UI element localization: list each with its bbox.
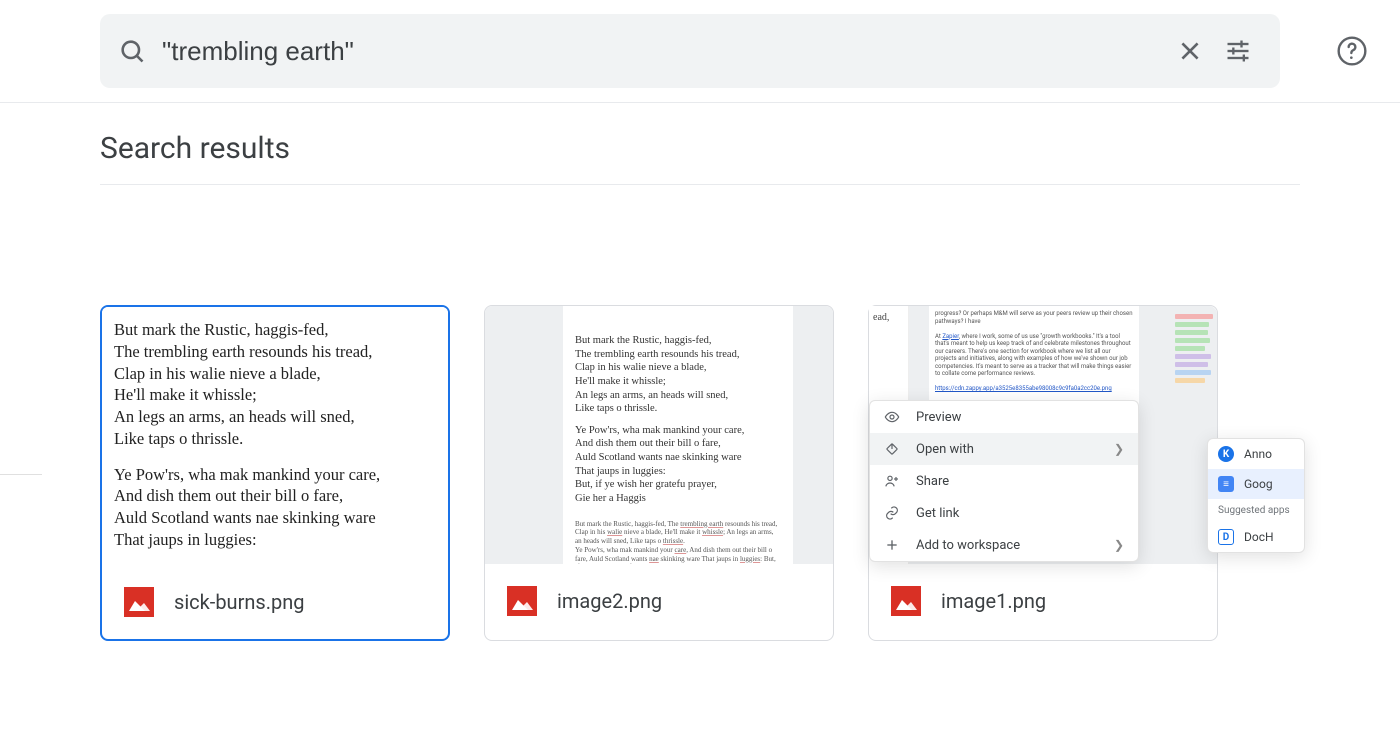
- open-with-submenu: K Anno ≡ Goog Suggested apps D DocH: [1207, 438, 1305, 553]
- submenu-item-anno[interactable]: K Anno: [1208, 439, 1304, 469]
- chevron-right-icon: ❯: [1114, 442, 1124, 456]
- submenu-heading: Suggested apps: [1208, 499, 1304, 522]
- app-icon: K: [1218, 446, 1234, 462]
- file-name: image2.png: [557, 589, 662, 613]
- file-thumbnail: But mark the Rustic, haggis-fed, The tre…: [102, 307, 448, 565]
- thumbnail-text: But mark the Rustic, haggis-fed, The tre…: [563, 306, 793, 564]
- menu-item-add-workspace[interactable]: Add to workspace ❯: [870, 529, 1138, 561]
- page-title: Search results: [100, 131, 290, 166]
- menu-item-get-link[interactable]: Get link: [870, 497, 1138, 529]
- docs-icon: ≡: [1218, 476, 1234, 492]
- search-icon: [118, 37, 146, 65]
- submenu-item-google-docs[interactable]: ≡ Goog: [1208, 469, 1304, 499]
- image-file-icon: [507, 586, 537, 616]
- share-icon: [884, 473, 902, 489]
- menu-item-preview[interactable]: Preview: [870, 401, 1138, 433]
- context-menu: Preview Open with ❯ Share: [869, 400, 1139, 562]
- results-grid: But mark the Rustic, haggis-fed, The tre…: [100, 185, 1300, 641]
- thumbnail-snippet: But mark the Rustic, haggis-fed, The tre…: [575, 520, 781, 564]
- help-icon[interactable]: [1328, 27, 1376, 75]
- file-name: image1.png: [941, 589, 1046, 613]
- thumbnail-sidebar-colors: [1175, 314, 1213, 400]
- file-thumbnail: But mark the Rustic, haggis-fed, The tre…: [485, 306, 833, 564]
- plus-icon: [884, 537, 902, 553]
- link-icon: [884, 505, 902, 521]
- file-card[interactable]: But mark the Rustic, haggis-fed, The tre…: [100, 305, 450, 641]
- divider: [0, 474, 42, 475]
- file-footer: image1.png: [869, 564, 1217, 638]
- heading-row: Search results: [100, 103, 1300, 185]
- app-icon: D: [1218, 529, 1234, 545]
- image-file-icon: [891, 586, 921, 616]
- thumbnail-text: But mark the Rustic, haggis-fed, The tre…: [102, 307, 448, 565]
- file-thumbnail: ead, progress? Or perhaps M&M will serve…: [869, 306, 1217, 564]
- eye-icon: [884, 409, 902, 425]
- chevron-right-icon: ❯: [1114, 538, 1124, 552]
- file-name: sick-burns.png: [174, 590, 305, 614]
- clear-search-button[interactable]: [1166, 27, 1214, 75]
- open-with-icon: [884, 441, 902, 457]
- file-footer: sick-burns.png: [102, 565, 448, 639]
- image-file-icon: [124, 587, 154, 617]
- thumbnail-doc-pane: progress? Or perhaps M&M will serve as y…: [929, 306, 1139, 406]
- file-footer: image2.png: [485, 564, 833, 638]
- file-card[interactable]: But mark the Rustic, haggis-fed, The tre…: [484, 305, 834, 641]
- menu-item-open-with[interactable]: Open with ❯: [870, 433, 1138, 465]
- file-card[interactable]: ead, progress? Or perhaps M&M will serve…: [868, 305, 1218, 641]
- submenu-item-dochub[interactable]: D DocH: [1208, 522, 1304, 552]
- menu-item-share[interactable]: Share: [870, 465, 1138, 497]
- search-input[interactable]: [146, 36, 1166, 67]
- content: Search results But mark the Rustic, hagg…: [0, 103, 1400, 641]
- search-options-icon[interactable]: [1214, 27, 1262, 75]
- search-box[interactable]: [100, 14, 1280, 88]
- top-bar: [0, 0, 1400, 103]
